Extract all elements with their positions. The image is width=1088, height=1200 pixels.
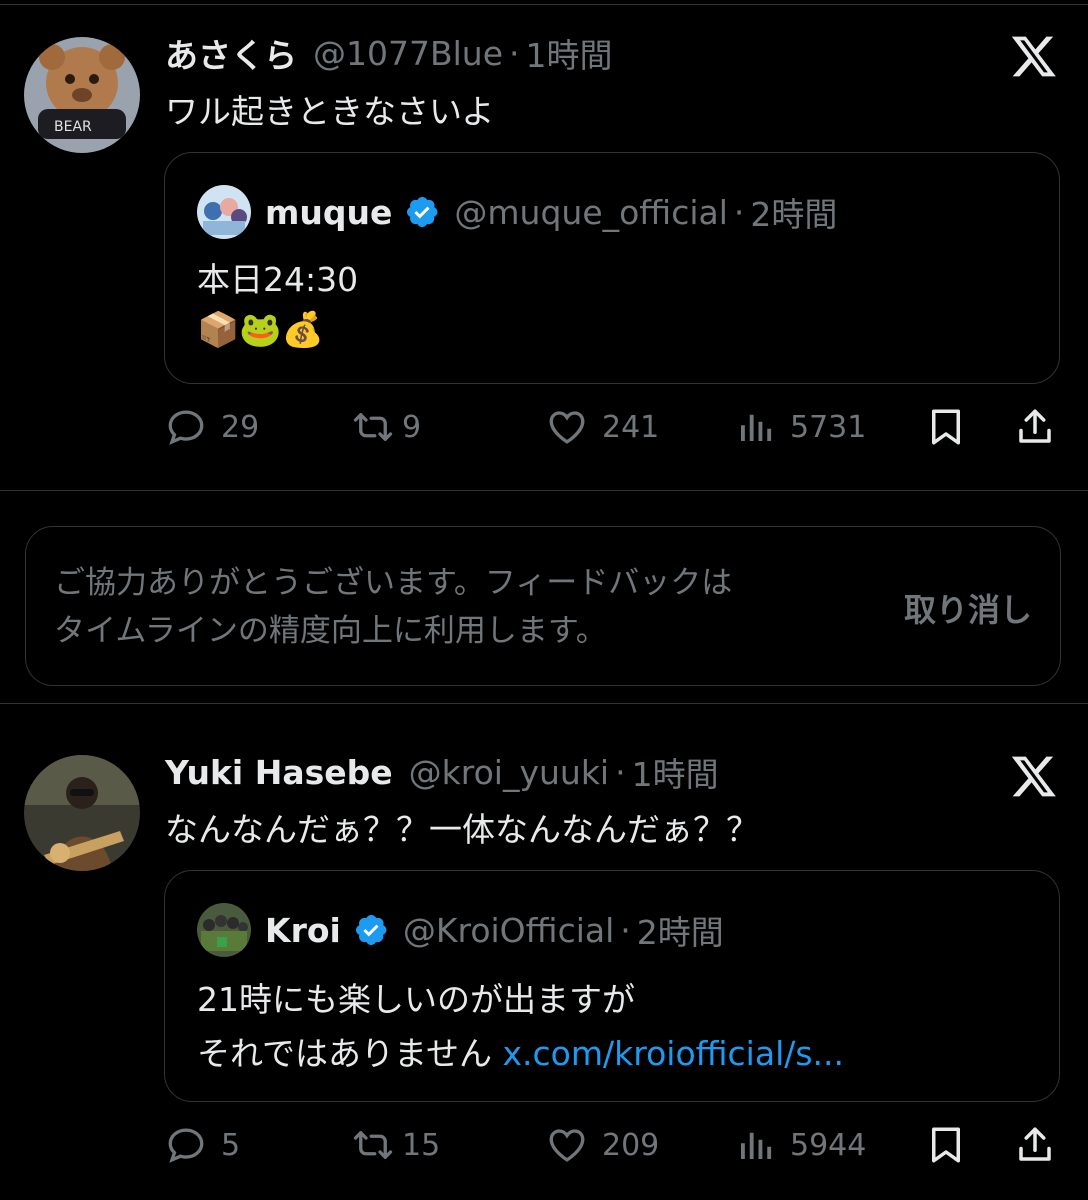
- svg-text:BEAR: BEAR: [54, 119, 92, 135]
- like-count: 241: [602, 409, 660, 445]
- heart-icon: [549, 1129, 585, 1162]
- share-button[interactable]: [1014, 406, 1056, 448]
- display-name[interactable]: あさくら: [165, 29, 297, 77]
- feedback-message: ご協力ありがとうございます。フィードバックは タイムラインの精度向上に利用します…: [54, 559, 874, 655]
- separator-dot: ·: [733, 192, 745, 232]
- share-button[interactable]: [1014, 1124, 1056, 1166]
- views-icon: [741, 1132, 772, 1159]
- quote-header: muque @muque_official · 2時間: [197, 183, 837, 241]
- divider: [0, 490, 1088, 491]
- bookmark-icon: [932, 1127, 960, 1163]
- verified-badge-icon: [355, 915, 387, 945]
- heart-icon: [549, 411, 585, 444]
- views-count: 5944: [790, 1127, 867, 1163]
- quote-text: 21時にも楽しいのが出ますが それではありません x.com/kroioffic…: [197, 973, 844, 1081]
- quote-display-name: muque: [265, 192, 393, 232]
- verified-badge-icon: [407, 197, 438, 227]
- divider: [0, 703, 1088, 704]
- x-logo-icon: [1010, 752, 1058, 800]
- views-button[interactable]: 5731: [734, 406, 866, 448]
- quote-display-name: Kroi: [265, 910, 341, 950]
- user-handle[interactable]: @1077Blue: [313, 34, 503, 73]
- retweet-count: 15: [402, 1127, 441, 1163]
- timestamp[interactable]: 1時間: [526, 29, 613, 77]
- quote-avatar: [197, 903, 251, 957]
- reply-button[interactable]: 5: [165, 1124, 240, 1166]
- undo-button[interactable]: 取り消し: [904, 585, 1032, 631]
- quote-user-handle: @KroiOfficial: [402, 910, 615, 950]
- retweet-button[interactable]: 15: [352, 1124, 440, 1166]
- views-button[interactable]: 5944: [734, 1124, 866, 1166]
- views-count: 5731: [790, 409, 867, 445]
- reply-count: 29: [221, 409, 260, 445]
- display-name[interactable]: Yuki Hasebe: [165, 753, 393, 792]
- separator-dot: ·: [620, 910, 631, 950]
- retweet-count: 9: [402, 409, 422, 445]
- reply-icon: [168, 410, 204, 445]
- quote-emoji-line: 📦🐸💰: [197, 310, 325, 350]
- avatar[interactable]: [24, 755, 140, 871]
- quote-text-line: 21時にも楽しいのが出ますが: [197, 980, 635, 1019]
- views-icon: [741, 414, 772, 441]
- tweet-actions: 5 15 209 5944: [0, 1124, 1088, 1174]
- separator-dot: ·: [615, 752, 626, 792]
- quote-link[interactable]: x.com/kroiofficial/s...: [503, 1034, 845, 1073]
- bookmark-button[interactable]: [925, 1124, 967, 1166]
- timestamp[interactable]: 1時間: [632, 748, 719, 796]
- retweet-icon: [353, 1131, 393, 1159]
- like-count: 209: [602, 1127, 660, 1163]
- feedback-message-line: タイムラインの精度向上に利用します。: [54, 613, 607, 649]
- timeline: BEAR あさくら @1077Blue · 1時間 ワル起きときなさいよ muq…: [0, 0, 1088, 1200]
- quote-text-line: 本日24:30: [197, 260, 359, 299]
- reply-count: 5: [221, 1127, 241, 1163]
- quote-header: Kroi @KroiOfficial · 2時間: [197, 901, 724, 959]
- quote-text-line: それではありません x.com/kroiofficial/s...: [197, 1027, 844, 1081]
- quote-timestamp: 2時間: [750, 195, 838, 234]
- quote-timestamp: 2時間: [636, 913, 724, 952]
- bookmark-icon: [932, 409, 960, 445]
- feedback-message-line: ご協力ありがとうございます。フィードバックは: [54, 565, 733, 601]
- user-handle[interactable]: @kroi_yuuki: [409, 753, 609, 792]
- quote-user-handle: @muque_official: [454, 192, 728, 232]
- top-divider: [0, 4, 1088, 5]
- avatar[interactable]: BEAR: [24, 37, 140, 153]
- retweet-button[interactable]: 9: [352, 406, 421, 448]
- quoted-tweet[interactable]: Kroi @KroiOfficial · 2時間 21時にも楽しいのが出ますが …: [164, 870, 1060, 1102]
- reply-button[interactable]: 29: [165, 406, 259, 448]
- tweet-text: なんなんだぁ？？一体なんなんだぁ？？: [165, 810, 759, 849]
- tweet-header: Yuki Hasebe @kroi_yuuki · 1時間: [165, 749, 719, 795]
- quote-text-line-part: それではありません: [197, 1034, 503, 1073]
- like-button[interactable]: 241: [546, 406, 659, 448]
- share-icon: [1019, 1127, 1051, 1161]
- tweet-header: あさくら @1077Blue · 1時間: [165, 30, 613, 76]
- tweet-text: ワル起きときなさいよ: [165, 92, 495, 131]
- x-logo-icon: [1010, 32, 1058, 80]
- quote-avatar: [197, 185, 251, 239]
- tweet-actions: 29 9 241 5731: [0, 406, 1088, 456]
- separator-dot: ·: [509, 33, 520, 73]
- retweet-icon: [353, 413, 393, 441]
- quote-text: 本日24:30 📦🐸💰: [197, 255, 358, 355]
- bookmark-button[interactable]: [925, 406, 967, 448]
- quoted-tweet[interactable]: muque @muque_official · 2時間 本日24:30 📦🐸💰: [164, 152, 1060, 384]
- like-button[interactable]: 209: [546, 1124, 659, 1166]
- share-icon: [1019, 409, 1051, 443]
- feedback-notice: ご協力ありがとうございます。フィードバックは タイムラインの精度向上に利用します…: [25, 526, 1061, 686]
- reply-icon: [168, 1128, 204, 1163]
